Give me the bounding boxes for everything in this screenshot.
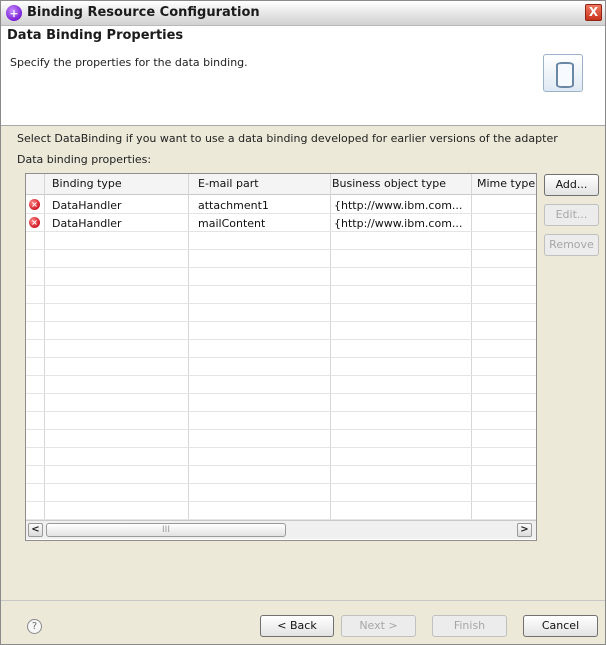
database-cylinder-icon [543, 54, 583, 92]
cancel-button[interactable]: Cancel [523, 615, 598, 637]
next-button[interactable]: Next > [341, 615, 416, 637]
row-divider [26, 411, 536, 412]
section-label: Data binding properties: [17, 153, 152, 166]
email-part-cell: attachment1 [198, 199, 269, 212]
email-part-cell: mailContent [198, 217, 266, 230]
row-divider [26, 285, 536, 286]
column-header-email-part[interactable]: E-mail part [198, 177, 259, 190]
intro-text: Select DataBinding if you want to use a … [17, 132, 558, 145]
app-plugin-icon: + [6, 5, 22, 21]
error-icon: × [29, 199, 40, 210]
binding-config-dialog: + Binding Resource Configuration X Data … [0, 0, 606, 645]
row-divider [26, 447, 536, 448]
title-bar[interactable]: + Binding Resource Configuration X [1, 1, 605, 26]
window-title: Binding Resource Configuration [27, 5, 260, 20]
column-header-binding-type[interactable]: Binding type [52, 177, 122, 190]
bo-type-cell: {http://www.ibm.com... [334, 217, 463, 230]
row-divider [26, 303, 536, 304]
column-header-bo-type[interactable]: Business object type [332, 177, 446, 190]
remove-button[interactable]: Remove [544, 234, 599, 256]
row-divider [26, 375, 536, 376]
binding-properties-table[interactable]: Binding type E-mail part Business object… [25, 173, 537, 541]
row-divider [26, 501, 536, 502]
page-description: Specify the properties for the data bind… [10, 56, 248, 69]
add-button[interactable]: Add... [544, 174, 599, 196]
binding-type-cell: DataHandler [52, 199, 122, 212]
footer-divider [1, 600, 605, 601]
finish-button[interactable]: Finish [432, 615, 507, 637]
table-row[interactable]: × DataHandler attachment1 {http://www.ib… [26, 196, 536, 214]
back-button[interactable]: < Back [260, 615, 334, 637]
scroll-right-button[interactable]: > [517, 523, 532, 537]
row-divider [26, 249, 536, 250]
row-divider [26, 357, 536, 358]
row-divider [26, 429, 536, 430]
bo-type-cell: {http://www.ibm.com... [334, 199, 463, 212]
error-icon: × [29, 217, 40, 228]
help-icon[interactable]: ? [27, 619, 42, 634]
row-divider [26, 267, 536, 268]
row-divider [26, 339, 536, 340]
scroll-left-button[interactable]: < [28, 523, 43, 537]
row-divider [26, 483, 536, 484]
table-header: Binding type E-mail part Business object… [26, 174, 536, 195]
row-divider [26, 321, 536, 322]
row-divider [26, 393, 536, 394]
table-row[interactable]: × DataHandler mailContent {http://www.ib… [26, 214, 536, 232]
row-divider [26, 465, 536, 466]
column-header-mime-type[interactable]: Mime type [477, 177, 535, 190]
close-button[interactable]: X [585, 4, 602, 21]
edit-button[interactable]: Edit... [544, 204, 599, 226]
binding-type-cell: DataHandler [52, 217, 122, 230]
horizontal-scrollbar[interactable]: < III > [26, 520, 536, 539]
scrollbar-thumb[interactable]: III [46, 523, 286, 537]
page-title: Data Binding Properties [7, 28, 184, 43]
